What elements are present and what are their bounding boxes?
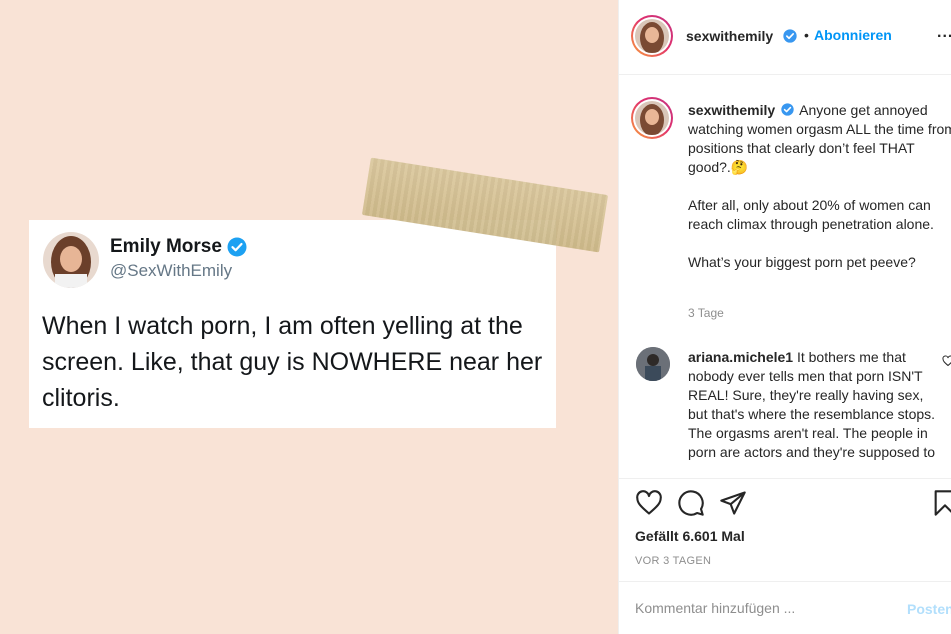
share-icon[interactable] [719, 489, 747, 517]
caption-text: sexwithemily Anyone get annoyed watching… [688, 101, 951, 272]
comment-body: It bothers me that nobody ever tells men… [688, 349, 936, 460]
bookmark-icon[interactable] [931, 489, 951, 517]
tweet-name-row: Emily Morse [110, 236, 247, 258]
tweet-display-name: Emily Morse [110, 236, 222, 257]
post-actions: Gefällt 6.601 Mal VOR 3 TAGEN Posten [619, 478, 951, 634]
caption-paragraph-3: What’s your biggest porn pet peeve? [688, 254, 916, 270]
verified-badge-icon [227, 237, 247, 257]
comments-list[interactable]: sexwithemily Anyone get annoyed watching… [619, 76, 951, 478]
caption-username[interactable]: sexwithemily [688, 102, 775, 118]
comment-composer: Posten [619, 581, 951, 634]
tweet-text: When I watch porn, I am often yelling at… [42, 312, 543, 412]
follow-button[interactable]: Abonnieren [814, 27, 892, 43]
more-icon[interactable]: ... [937, 24, 951, 42]
tweet-card: Emily Morse @SexWithEmily When I watch p… [29, 220, 556, 428]
comment-username[interactable]: ariana.michele1 [688, 349, 793, 365]
post-sidebar: sexwithemily • Abonnieren ... sexwithemi… [618, 0, 951, 634]
post-header: sexwithemily • Abonnieren ... [619, 0, 951, 75]
caption-paragraph-2: After all, only about 20% of women can r… [688, 197, 934, 232]
header-avatar[interactable] [631, 15, 673, 57]
comment-like-icon[interactable] [942, 355, 951, 367]
comment-icon[interactable] [677, 489, 705, 517]
caption-time[interactable]: 3 Tage [688, 306, 724, 320]
header-username[interactable]: sexwithemily [686, 28, 773, 44]
post-date[interactable]: VOR 3 TAGEN [635, 555, 711, 567]
post-button[interactable]: Posten [907, 601, 951, 617]
post-image[interactable]: Emily Morse @SexWithEmily When I watch p… [0, 0, 618, 634]
header-separator: • [804, 27, 809, 43]
verified-badge-icon [783, 29, 797, 43]
verified-badge-icon [781, 103, 794, 116]
tweet-handle: @SexWithEmily [110, 261, 233, 280]
tweet-avatar [43, 232, 99, 288]
comment-text: ariana.michele1 It bothers me that nobod… [688, 348, 938, 462]
comment-avatar[interactable] [636, 347, 670, 381]
comment-input[interactable] [635, 600, 895, 616]
caption-avatar[interactable] [631, 97, 673, 139]
heart-icon[interactable] [635, 489, 663, 517]
like-count[interactable]: Gefällt 6.601 Mal [635, 528, 745, 544]
